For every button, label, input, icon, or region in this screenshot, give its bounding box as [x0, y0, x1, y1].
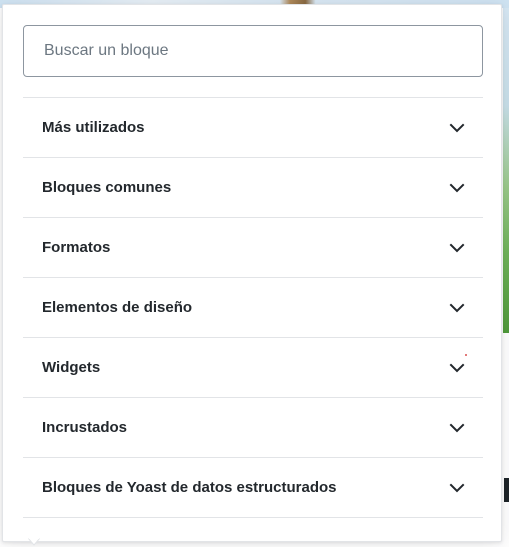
panel-embeds[interactable]: Incrustados — [23, 398, 483, 458]
chevron-down-icon — [447, 478, 467, 498]
background-image-edge — [503, 8, 509, 333]
chevron-down-icon — [447, 418, 467, 438]
panel-label: Widgets — [42, 359, 101, 376]
block-category-list: Más utilizados Bloques comunes Formatos … — [23, 97, 483, 518]
panel-yoast-structured-data[interactable]: Bloques de Yoast de datos estructurados — [23, 458, 483, 518]
block-search-input[interactable] — [23, 25, 483, 77]
panel-formatting[interactable]: Formatos — [23, 218, 483, 278]
panel-most-used[interactable]: Más utilizados — [23, 98, 483, 158]
panel-label: Formatos — [42, 239, 111, 256]
panel-layout-elements[interactable]: Elementos de diseño — [23, 278, 483, 338]
panel-widgets[interactable]: Widgets — [23, 338, 483, 398]
panel-label: Bloques comunes — [42, 179, 172, 196]
notification-dot — [465, 353, 467, 356]
block-search — [23, 25, 483, 77]
background-text-fragment — [504, 478, 509, 502]
chevron-down-icon — [447, 298, 467, 318]
chevron-down-icon — [447, 118, 467, 138]
chevron-down-icon — [447, 238, 467, 258]
panel-label: Bloques de Yoast de datos estructurados — [42, 479, 337, 496]
chevron-down-icon — [447, 178, 467, 198]
panel-label: Elementos de diseño — [42, 299, 193, 316]
panel-label: Incrustados — [42, 419, 128, 436]
panel-label: Más utilizados — [42, 119, 145, 136]
popover-arrow — [28, 538, 40, 546]
panel-common-blocks[interactable]: Bloques comunes — [23, 158, 483, 218]
chevron-down-icon — [447, 353, 467, 378]
block-inserter-popover: Más utilizados Bloques comunes Formatos … — [2, 4, 502, 542]
